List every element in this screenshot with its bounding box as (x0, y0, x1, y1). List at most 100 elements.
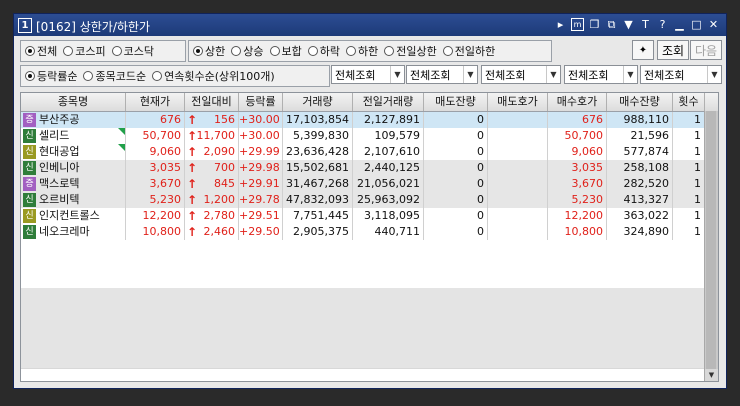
limit-option-prev-lower[interactable]: 전일하한 (442, 43, 495, 59)
cell-value: 5,230 (571, 193, 604, 206)
empty-row (21, 336, 705, 353)
sort-filter: 등락률순 종목코드순 연속횟수순(상위100개) (20, 65, 330, 87)
query-button[interactable]: 조회 (657, 40, 689, 60)
m-icon[interactable]: m (571, 18, 584, 31)
text-icon[interactable]: T (639, 17, 652, 32)
sort-option-rate[interactable]: 등락률순 (25, 68, 77, 84)
col-ask[interactable]: 매도호가 (488, 93, 548, 111)
window-icon[interactable]: ❐ (588, 17, 601, 32)
cell-value: 31,467,268 (286, 177, 349, 190)
dropdown-2[interactable]: 전체조회 ▼ (406, 65, 478, 84)
radio-icon[interactable] (83, 71, 94, 81)
limit-option-flat[interactable]: 보합 (269, 43, 302, 59)
radio-icon[interactable] (269, 46, 280, 56)
settings-icon[interactable]: ✦ (632, 40, 654, 60)
dropdown-5[interactable]: 전체조회 ▼ (640, 65, 722, 84)
radio-icon[interactable] (193, 46, 203, 56)
table-row[interactable]: 신 셀리드 50,700 ↑ 11,700 +30.00 5,399,830 109,579 0… (21, 128, 705, 144)
col-prev-volume[interactable]: 전일거래량 (353, 93, 424, 111)
limit-option-fall[interactable]: 하락 (307, 43, 340, 59)
cell-name[interactable]: 신 현대공업 (21, 144, 126, 160)
cell-name[interactable]: 신 인베니아 (21, 160, 126, 176)
empty-row (21, 240, 705, 257)
limit-option-prev-upper[interactable]: 전일상한 (384, 43, 437, 59)
chevron-down-icon[interactable]: ▼ (546, 66, 560, 83)
title-bar[interactable]: 1 [0162] 상한가/하한가 ▸ m ❐ ⧉ ▼ T ? ▁ □ ✕ (14, 14, 726, 36)
up-arrow-icon: ↑ (187, 225, 198, 239)
pin-icon[interactable]: ▼ (622, 17, 635, 32)
cell-change: ↑ 845 (185, 176, 239, 192)
cell-name[interactable]: 증 맥스로텍 (21, 176, 126, 192)
chevron-down-icon[interactable]: ▼ (623, 66, 637, 83)
radio-icon[interactable] (346, 46, 356, 56)
cell-value: 413,327 (623, 193, 670, 206)
cell-value: 2,440,125 (364, 161, 420, 174)
radio-icon[interactable] (231, 46, 242, 56)
radio-icon[interactable] (63, 46, 74, 56)
table-row[interactable]: 신 네오크레마 10,800 ↑ 2,460 +29.50 2,905,375 440,711… (21, 224, 705, 240)
cell-volume: 7,751,445 (283, 208, 353, 224)
arrow-right-icon[interactable]: ▸ (554, 17, 567, 32)
table-row[interactable]: 신 오르비텍 5,230 ↑ 1,200 +29.78 47,832,093 25,963,0… (21, 192, 705, 208)
chevron-down-icon[interactable]: ▼ (390, 66, 404, 83)
maximize-icon[interactable]: □ (690, 17, 703, 32)
cell-price: 12,200 (126, 208, 185, 224)
cell-name[interactable]: 증 부산주공 (21, 112, 126, 128)
radio-icon[interactable] (25, 71, 35, 81)
cell-name[interactable]: 신 인지컨트롤스 (21, 208, 126, 224)
col-price[interactable]: 현재가 (126, 93, 185, 111)
close-icon[interactable]: ✕ (707, 17, 720, 32)
col-count[interactable]: 횟수 (673, 93, 705, 111)
cell-bid: 3,670 (548, 176, 607, 192)
market-option-kosdaq[interactable]: 코스닥 (111, 43, 154, 59)
sort-option-code[interactable]: 종목코드순 (83, 68, 146, 84)
window-number[interactable]: 1 (18, 18, 32, 33)
cell-name[interactable]: 신 셀리드 (21, 128, 126, 144)
market-option-kospi[interactable]: 코스피 (63, 43, 106, 59)
col-rate[interactable]: 등락률 (239, 93, 283, 111)
help-icon[interactable]: ? (656, 17, 669, 32)
cell-value: 21,596 (630, 129, 670, 142)
cell-name[interactable]: 신 네오크레마 (21, 224, 126, 240)
limit-option-upper[interactable]: 상한 (193, 43, 225, 59)
chevron-down-icon[interactable]: ▼ (463, 66, 477, 83)
radio-icon[interactable] (111, 46, 122, 56)
cell-value: 25,963,092 (357, 193, 420, 206)
table-row[interactable]: 신 현대공업 9,060 ↑ 2,090 +29.99 23,636,428 2,107,61… (21, 144, 705, 160)
window-title: [0162] 상한가/하한가 (36, 20, 151, 34)
market-badge: 신 (23, 225, 36, 239)
table-row[interactable]: 신 인베니아 3,035 ↑ 700 +29.98 15,502,681 2,440,125 0… (21, 160, 705, 176)
dropdown-4[interactable]: 전체조회 ▼ (564, 65, 638, 84)
table-row[interactable]: 증 부산주공 676 ↑ 156 +30.00 17,103,854 2,127,891 0 67… (21, 112, 705, 128)
table-row[interactable]: 신 인지컨트롤스 12,200 ↑ 2,780 +29.51 7,751,445 3,118,… (21, 208, 705, 224)
col-bid[interactable]: 매수호가 (548, 93, 607, 111)
radio-icon[interactable] (307, 46, 318, 56)
radio-icon[interactable] (152, 71, 163, 81)
cell-value: 0 (477, 209, 484, 222)
radio-icon[interactable] (25, 46, 35, 56)
col-ask-qty[interactable]: 매도잔량 (424, 93, 488, 111)
col-volume[interactable]: 거래량 (283, 93, 353, 111)
scroll-thumb[interactable] (706, 111, 716, 369)
sort-option-consecutive[interactable]: 연속횟수순(상위100개) (152, 68, 275, 84)
limit-option-rise[interactable]: 상승 (231, 43, 264, 59)
next-button[interactable]: 다음 (690, 40, 722, 60)
col-change[interactable]: 전일대비 (185, 93, 239, 111)
minimize-icon[interactable]: ▁ (673, 17, 686, 32)
dropdown-3[interactable]: 전체조회 ▼ (481, 65, 561, 84)
cell-value: 258,108 (623, 161, 670, 174)
vertical-scrollbar[interactable]: ▼ (704, 111, 718, 381)
market-option-all[interactable]: 전체 (25, 43, 57, 59)
radio-icon[interactable] (384, 46, 395, 56)
limit-option-lower[interactable]: 하한 (346, 43, 378, 59)
col-name[interactable]: 종목명 (21, 93, 126, 111)
table-header: 종목명 현재가 전일대비 등락률 거래량 전일거래량 매도잔량 매도호가 매수호… (21, 93, 718, 112)
chevron-down-icon[interactable]: ▼ (707, 66, 721, 83)
table-row[interactable]: 증 맥스로텍 3,670 ↑ 845 +29.91 31,467,268 21,056,021… (21, 176, 705, 192)
cell-name[interactable]: 신 오르비텍 (21, 192, 126, 208)
copy-icon[interactable]: ⧉ (605, 17, 618, 32)
dropdown-1[interactable]: 전체조회 ▼ (331, 65, 405, 84)
col-bid-qty[interactable]: 매수잔량 (607, 93, 673, 111)
radio-icon[interactable] (442, 46, 453, 56)
scroll-down-icon[interactable]: ▼ (705, 369, 718, 381)
